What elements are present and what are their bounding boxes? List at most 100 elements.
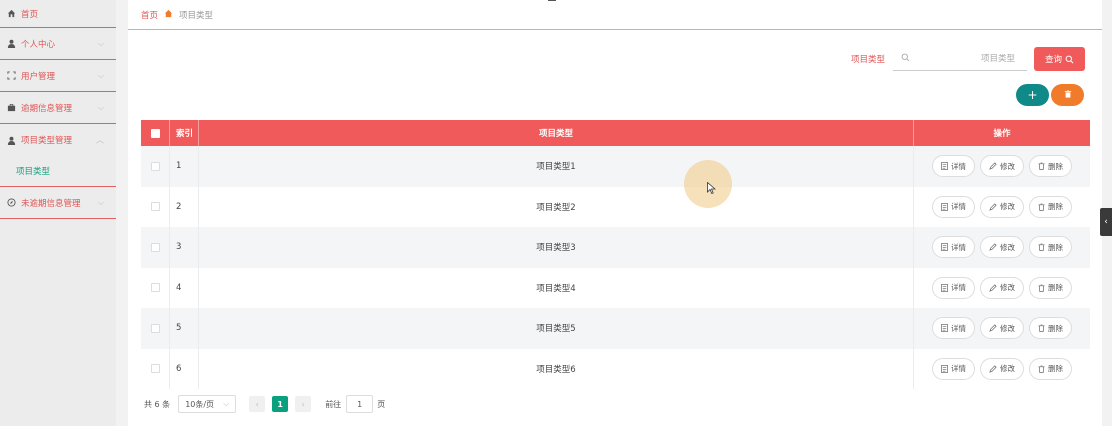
edit-button[interactable]: 修改 bbox=[980, 195, 1024, 218]
compass-icon bbox=[6, 198, 16, 208]
goto-page-input[interactable]: 1 bbox=[346, 395, 374, 413]
delete-button[interactable]: 删除 bbox=[1029, 236, 1072, 259]
frame-icon bbox=[6, 71, 16, 81]
sidebar-item-home[interactable]: 首页 bbox=[0, 0, 116, 28]
delete-button[interactable]: 删除 bbox=[1029, 155, 1072, 178]
edit-button[interactable]: 修改 bbox=[980, 276, 1024, 299]
document-icon bbox=[941, 283, 948, 292]
trash-icon bbox=[1038, 284, 1045, 292]
chevron-down-icon: ⌵ bbox=[97, 197, 104, 207]
row-index: 2 bbox=[170, 186, 199, 227]
search-input[interactable] bbox=[925, 53, 1015, 64]
search-row: 项目类型 查询 bbox=[851, 47, 1085, 71]
row-checkbox[interactable] bbox=[141, 308, 170, 349]
breadcrumb-home[interactable]: 首页 bbox=[141, 9, 158, 21]
detail-button[interactable]: 详情 bbox=[932, 357, 975, 380]
row-checkbox[interactable] bbox=[141, 186, 170, 227]
row-name: 项目类型5 bbox=[199, 308, 914, 349]
sidebar-item-overdue-management[interactable]: 逾期信息管理 ⌵ bbox=[0, 92, 116, 124]
edit-icon bbox=[989, 203, 997, 211]
add-button[interactable]: + bbox=[1016, 84, 1049, 106]
delete-label: 删除 bbox=[1048, 283, 1063, 293]
collapse-tab[interactable]: ‹ bbox=[1100, 208, 1112, 236]
row-checkbox[interactable] bbox=[141, 348, 170, 389]
delete-label: 删除 bbox=[1048, 202, 1063, 212]
chevron-down-icon: ⌵ bbox=[97, 70, 104, 80]
delete-button[interactable]: 删除 bbox=[1029, 195, 1072, 218]
edit-label: 修改 bbox=[1000, 161, 1015, 171]
edit-button[interactable]: 修改 bbox=[980, 155, 1024, 178]
table-row: 3 项目类型3 详情 修改 删除 bbox=[141, 227, 1090, 268]
sidebar-item-label: 个人中心 bbox=[21, 39, 56, 50]
prev-page-button[interactable]: ‹ bbox=[249, 396, 266, 412]
plus-icon: + bbox=[1027, 88, 1038, 102]
next-page-button[interactable]: › bbox=[295, 396, 312, 412]
detail-button[interactable]: 详情 bbox=[932, 236, 975, 259]
table-row: 2 项目类型2 详情 修改 删除 bbox=[141, 186, 1090, 227]
search-label: 项目类型 bbox=[850, 55, 885, 65]
chevron-down-icon: ⌵ bbox=[223, 399, 230, 408]
sidebar-item-label: 首页 bbox=[21, 9, 39, 20]
detail-button[interactable]: 详情 bbox=[932, 276, 975, 299]
query-button-label: 查询 bbox=[1044, 55, 1062, 65]
header-name: 项目类型 bbox=[199, 120, 914, 146]
delete-label: 删除 bbox=[1048, 242, 1063, 252]
batch-delete-button[interactable] bbox=[1051, 84, 1084, 106]
row-name: 项目类型3 bbox=[199, 227, 914, 268]
edit-icon bbox=[989, 284, 997, 292]
chevron-left-icon: ‹ bbox=[1104, 217, 1108, 227]
table-row: 6 项目类型6 详情 修改 删除 bbox=[141, 348, 1090, 389]
breadcrumb-current: 项目类型 bbox=[179, 10, 214, 21]
total-count: 共 6 条 bbox=[144, 399, 171, 409]
sidebar-subitem-project-type[interactable]: 项目类型 bbox=[0, 156, 116, 187]
edit-label: 修改 bbox=[1000, 283, 1015, 293]
sidebar-item-not-overdue-management[interactable]: 未逾期信息管理 ⌵ bbox=[0, 187, 116, 219]
select-all-checkbox[interactable] bbox=[141, 120, 170, 146]
data-table: 索引 项目类型 操作 1 项目类型1 详情 修改 删除 2 项目类型2 详情 修… bbox=[141, 120, 1090, 389]
page-size-select[interactable]: 10条/页 ⌵ bbox=[178, 395, 237, 413]
goto-label: 前往 bbox=[325, 399, 342, 409]
search-icon bbox=[901, 53, 910, 65]
page-number-button[interactable]: 1 bbox=[272, 396, 289, 412]
table-row: 5 项目类型5 详情 修改 删除 bbox=[141, 308, 1090, 349]
sidebar-item-project-type-management[interactable]: 项目类型管理 ︿ bbox=[0, 124, 116, 156]
edit-button[interactable]: 修改 bbox=[980, 236, 1024, 259]
home-icon bbox=[164, 9, 173, 21]
delete-button[interactable]: 删除 bbox=[1029, 317, 1072, 340]
sidebar-item-user-management[interactable]: 用户管理 ⌵ bbox=[0, 60, 116, 92]
mouse-cursor-icon bbox=[707, 181, 717, 197]
edit-icon bbox=[989, 324, 997, 332]
row-name: 项目类型1 bbox=[199, 146, 914, 187]
detail-button[interactable]: 详情 bbox=[932, 195, 975, 218]
delete-label: 删除 bbox=[1048, 364, 1063, 374]
edit-icon bbox=[989, 365, 997, 373]
home-icon bbox=[6, 9, 16, 19]
chevron-left-icon: ‹ bbox=[255, 399, 259, 409]
edit-label: 修改 bbox=[1000, 323, 1015, 333]
delete-button[interactable]: 删除 bbox=[1029, 276, 1072, 299]
detail-label: 详情 bbox=[951, 323, 966, 333]
detail-label: 详情 bbox=[951, 283, 966, 293]
sidebar-item-personal-center[interactable]: 个人中心 ⌵ bbox=[0, 28, 116, 60]
trash-icon bbox=[1038, 243, 1045, 252]
row-checkbox[interactable] bbox=[141, 227, 170, 268]
breadcrumb: 首页 项目类型 bbox=[128, 0, 1102, 30]
header-index: 索引 bbox=[170, 120, 199, 146]
detail-button[interactable]: 详情 bbox=[932, 155, 975, 178]
trash-icon bbox=[1038, 203, 1045, 211]
edit-button[interactable]: 修改 bbox=[980, 317, 1024, 340]
trash-icon bbox=[1038, 162, 1045, 171]
row-index: 3 bbox=[170, 227, 199, 268]
delete-button[interactable]: 删除 bbox=[1029, 357, 1072, 380]
chevron-up-icon: ︿ bbox=[96, 135, 104, 145]
query-button[interactable]: 查询 bbox=[1034, 47, 1085, 71]
document-icon bbox=[941, 364, 948, 373]
pagination: 共 6 条 10条/页 ⌵ ‹ 1 › 前往 1 页 bbox=[144, 395, 385, 413]
document-icon bbox=[941, 162, 948, 171]
edit-button[interactable]: 修改 bbox=[980, 357, 1024, 380]
row-checkbox[interactable] bbox=[141, 267, 170, 308]
detail-button[interactable]: 详情 bbox=[932, 317, 975, 340]
trash-icon bbox=[1038, 324, 1045, 333]
row-checkbox[interactable] bbox=[141, 146, 170, 187]
detail-label: 详情 bbox=[951, 202, 966, 212]
